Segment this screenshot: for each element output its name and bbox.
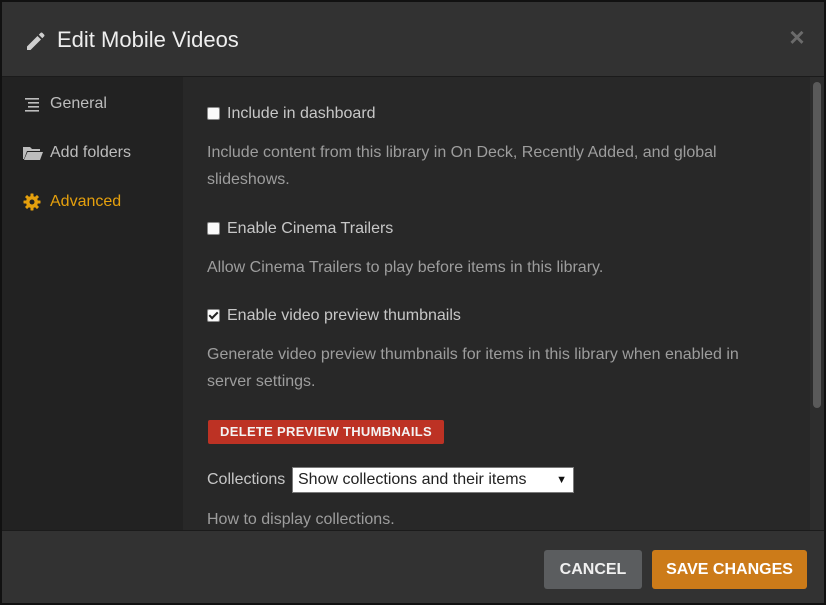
sidebar-item-general[interactable]: General: [22, 91, 107, 117]
option-label: Enable Cinema Trailers: [227, 220, 394, 237]
sidebar-item-add-folders[interactable]: Add folders: [22, 140, 131, 166]
cinema-trailers-checkbox[interactable]: [207, 221, 220, 235]
gear-icon: [22, 192, 42, 212]
option-label: Enable video preview thumbnails: [227, 307, 461, 324]
dialog-footer: CANCEL SAVE CHANGES: [2, 530, 824, 603]
collections-label: Collections: [207, 471, 286, 488]
option-enable-cinema-trailers[interactable]: Enable Cinema Trailers: [207, 218, 393, 240]
dialog-title: Edit Mobile Videos: [57, 27, 239, 52]
option-label: Include in dashboard: [227, 105, 376, 122]
dialog-header: Edit Mobile Videos ×: [2, 2, 824, 77]
option-description: Allow Cinema Trailers to play before ite…: [207, 259, 604, 276]
option-description: Include content from this library in On …: [207, 144, 717, 188]
pencil-icon: [24, 29, 48, 53]
delete-preview-thumbnails-button[interactable]: DELETE PREVIEW THUMBNAILS: [208, 420, 444, 444]
edit-library-dialog: Edit Mobile Videos × General Add folders: [0, 0, 826, 605]
scrollbar-thumb[interactable]: [813, 82, 821, 408]
collections-select[interactable]: Show collections and their items ▼: [292, 467, 574, 493]
list-icon: [22, 94, 42, 114]
sidebar-item-label: General: [50, 95, 107, 112]
option-include-in-dashboard[interactable]: Include in dashboard: [207, 103, 376, 125]
folder-icon: [22, 143, 43, 163]
collections-selected-value: Show collections and their items: [298, 471, 527, 488]
close-icon[interactable]: ×: [785, 24, 809, 50]
option-enable-preview-thumbnails[interactable]: Enable video preview thumbnails: [207, 305, 461, 327]
sidebar-item-advanced[interactable]: Advanced: [22, 189, 121, 215]
cancel-button[interactable]: CANCEL: [544, 550, 642, 589]
sidebar-item-label: Add folders: [50, 144, 131, 161]
dropdown-arrow-icon: ▼: [556, 474, 567, 486]
save-changes-button[interactable]: SAVE CHANGES: [652, 550, 807, 589]
preview-thumbnails-checkbox[interactable]: [207, 308, 220, 322]
collections-description: How to display collections.: [207, 511, 395, 528]
option-description: Generate video preview thumbnails for it…: [207, 346, 739, 390]
sidebar-item-label: Advanced: [50, 193, 122, 210]
include-dashboard-checkbox[interactable]: [207, 106, 220, 120]
